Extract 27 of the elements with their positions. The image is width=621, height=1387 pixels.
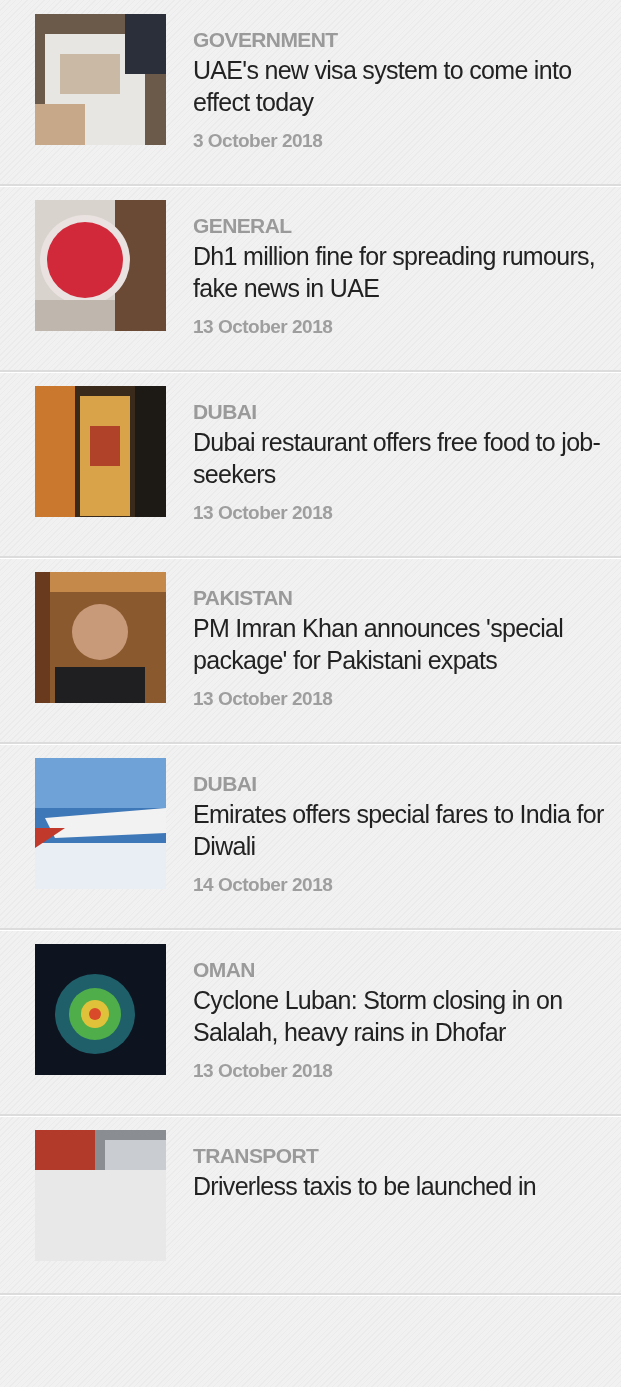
article-date: 3 October 2018	[193, 130, 324, 152]
article-title: Driverless taxis to be launched in	[193, 1171, 537, 1202]
article-title: Emirates offers special fares to India for Diwali	[193, 799, 605, 862]
article-card[interactable]: GENERAL Dh1 million fine for spreading rumours, fake news in UAE 13 October 2018	[0, 186, 621, 372]
category-label: TRANSPORT	[193, 1143, 320, 1169]
article-date: 14 October 2018	[193, 874, 334, 896]
article-title: Dh1 million fine for spreading rumours, fake news in UAE	[193, 241, 597, 304]
article-date: 13 October 2018	[193, 316, 334, 338]
article-date: 13 October 2018	[193, 688, 334, 710]
category-label: DUBAI	[193, 771, 258, 797]
category-label: GENERAL	[193, 213, 293, 239]
article-card[interactable]: GOVERNMENT UAE's new visa system to come into effect today 3 October 2018	[0, 0, 621, 186]
article-title: Dubai restaurant offers free food to job-seekers	[193, 427, 602, 490]
article-title: UAE's new visa system to come into effect today	[193, 55, 573, 118]
category-label: GOVERNMENT	[193, 27, 339, 53]
article-card[interactable]: OMAN Cyclone Luban: Storm closing in on Salalah, heavy rains in Dhofar 13 October 2018	[0, 930, 621, 1116]
article-card[interactable]: PAKISTAN PM Imran Khan announces 'special package' for Pakistani expats 13 October 2018	[0, 558, 621, 744]
article-title: PM Imran Khan announces 'special package' for Pakistani expats	[193, 613, 565, 676]
article-date: 13 October 2018	[193, 1060, 334, 1082]
category-label: DUBAI	[193, 399, 258, 425]
article-card[interactable]: DUBAI Emirates offers special fares to India for Diwali 14 October 2018	[0, 744, 621, 930]
article-title: Cyclone Luban: Storm closing in on Salalah, heavy rains in Dhofar	[193, 985, 564, 1048]
article-card[interactable]: DUBAI Dubai restaurant offers free food to job-seekers 13 October 2018	[0, 372, 621, 558]
article-card[interactable]: TRANSPORT Driverless taxis to be launched in	[0, 1116, 621, 1295]
category-label: PAKISTAN	[193, 585, 294, 611]
article-date: 13 October 2018	[193, 502, 334, 524]
category-label: OMAN	[193, 957, 256, 983]
